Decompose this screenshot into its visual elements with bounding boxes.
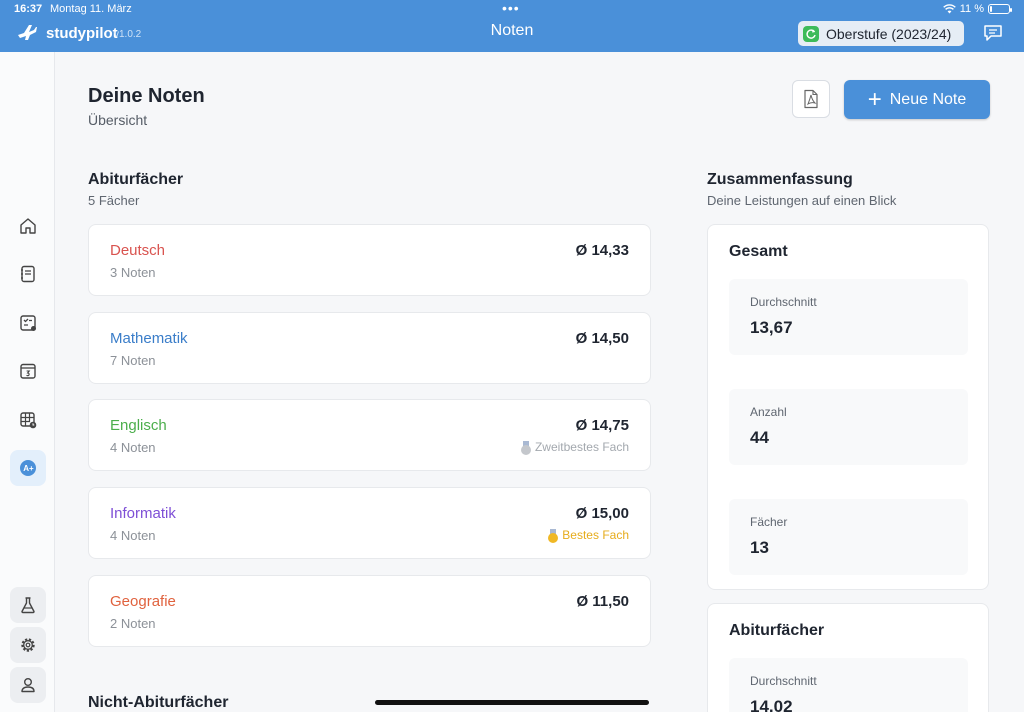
chat-icon[interactable] xyxy=(983,24,1003,42)
sidebar-item-profile[interactable] xyxy=(10,667,46,703)
stat-label: Durchschnitt xyxy=(750,295,817,309)
stat-value: 13,67 xyxy=(750,318,793,337)
page-subtitle: Übersicht xyxy=(88,112,148,128)
subject-grade-count: 3 Noten xyxy=(110,265,156,280)
summary-total-card: Gesamt Durchschnitt 13,67 Anzahl 44 Fäch… xyxy=(707,224,989,590)
sidebar-item-grades[interactable]: A+ xyxy=(10,450,46,486)
settings-icon xyxy=(21,638,35,652)
subject-name: Deutsch xyxy=(110,242,166,259)
new-grade-label: Neue Note xyxy=(889,90,967,108)
sidebar-item-settings[interactable] xyxy=(10,627,46,663)
summary-abitur-card: Abiturfächer Durchschnitt 14,02 xyxy=(707,603,989,712)
app-header: 16:37 Montag 11. März ••• 11 % studypilo… xyxy=(0,0,1024,52)
subject-grade-count: 7 Noten xyxy=(110,353,156,368)
stat-value: 13 xyxy=(750,538,769,557)
wifi-icon xyxy=(942,4,956,14)
gold-medal-icon xyxy=(548,528,559,543)
silver-medal-icon xyxy=(520,440,531,455)
badge-label: Bestes Fach xyxy=(562,528,629,542)
multitasking-dots-icon[interactable]: ••• xyxy=(502,0,520,16)
non-abitur-section-title: Nicht-Abiturfächer xyxy=(88,694,229,711)
subject-average: Ø 15,00 xyxy=(575,505,629,522)
stat-label: Fächer xyxy=(750,515,788,529)
plus-icon: + xyxy=(867,85,882,113)
profile-icon xyxy=(21,678,35,693)
summary-card-title: Abiturfächer xyxy=(729,622,825,639)
lab-icon xyxy=(21,597,35,614)
subject-average: Ø 14,50 xyxy=(575,330,629,347)
sidebar-item-tasks[interactable] xyxy=(10,305,46,341)
sidebar-item-lab[interactable] xyxy=(10,587,46,623)
term-label: Oberstufe (2023/24) xyxy=(826,25,952,42)
subject-grade-count: 4 Noten xyxy=(110,528,156,543)
status-indicators: 11 % xyxy=(942,3,1012,15)
battery-icon xyxy=(988,4,1012,14)
status-time: 16:37 xyxy=(14,3,43,15)
sidebar-item-calendar[interactable] xyxy=(10,353,46,389)
term-selector[interactable]: Oberstufe (2023/24) xyxy=(798,21,964,46)
pdf-icon xyxy=(804,89,818,109)
abitur-section-title: Abiturfächer xyxy=(88,171,184,188)
summary-card-title: Gesamt xyxy=(729,243,788,260)
sidebar-item-home[interactable] xyxy=(10,208,46,244)
best-badge: Bestes Fach xyxy=(548,528,629,543)
stat-subjects: Fächer 13 xyxy=(729,499,968,575)
stat-average: Durchschnitt 14,02 xyxy=(729,658,968,712)
stat-value: 44 xyxy=(750,428,769,447)
subject-name: Englisch xyxy=(110,417,167,434)
subject-average: Ø 14,75 xyxy=(575,417,629,434)
subject-grade-count: 2 Noten xyxy=(110,616,156,631)
subject-grade-count: 4 Noten xyxy=(110,440,156,455)
subject-card-deutsch[interactable]: Deutsch 3 Noten Ø 14,33 xyxy=(88,224,651,296)
sync-icon xyxy=(803,25,819,42)
subject-card-informatik[interactable]: Informatik 4 Noten Ø 15,00 Bestes Fach xyxy=(88,487,651,559)
sidebar: A+ xyxy=(0,52,55,712)
subject-average: Ø 11,50 xyxy=(576,593,629,610)
stat-average: Durchschnitt 13,67 xyxy=(729,279,968,355)
timetable-icon xyxy=(20,412,37,429)
second-best-badge: Zweitbestes Fach xyxy=(520,440,629,455)
new-grade-button[interactable]: + Neue Note xyxy=(844,80,990,119)
stat-value: 14,02 xyxy=(750,697,793,712)
export-pdf-button[interactable] xyxy=(792,80,830,118)
notebook-icon xyxy=(21,265,35,283)
abitur-subject-count: 5 Fächer xyxy=(88,193,140,208)
status-date: Montag 11. März xyxy=(50,3,132,15)
grades-icon: A+ xyxy=(20,460,36,476)
stat-label: Durchschnitt xyxy=(750,674,817,688)
stat-label: Anzahl xyxy=(750,405,787,419)
stat-count: Anzahl 44 xyxy=(729,389,968,465)
subject-name: Informatik xyxy=(110,505,176,522)
subject-name: Geografie xyxy=(110,593,176,610)
home-indicator[interactable] xyxy=(375,700,649,705)
sidebar-item-notebook[interactable] xyxy=(10,256,46,292)
badge-label: Zweitbestes Fach xyxy=(534,440,629,454)
summary-title: Zusammenfassung xyxy=(707,171,853,188)
summary-subtitle: Deine Leistungen auf einen Blick xyxy=(707,193,897,208)
tasks-icon xyxy=(20,315,36,331)
subject-average: Ø 14,33 xyxy=(575,242,629,259)
svg-text:A+: A+ xyxy=(23,464,34,473)
subject-card-geografie[interactable]: Geografie 2 Noten Ø 11,50 xyxy=(88,575,651,647)
home-icon xyxy=(20,218,36,234)
subject-name: Mathematik xyxy=(110,330,188,347)
subject-card-englisch[interactable]: Englisch 4 Noten Ø 14,75 Zweitbestes Fac… xyxy=(88,399,651,471)
sidebar-item-timetable[interactable] xyxy=(10,402,46,438)
battery-percent: 11 % xyxy=(959,3,984,15)
subject-card-mathematik[interactable]: Mathematik 7 Noten Ø 14,50 xyxy=(88,312,651,384)
calendar-icon xyxy=(20,363,36,379)
page-title: Deine Noten xyxy=(88,85,205,107)
